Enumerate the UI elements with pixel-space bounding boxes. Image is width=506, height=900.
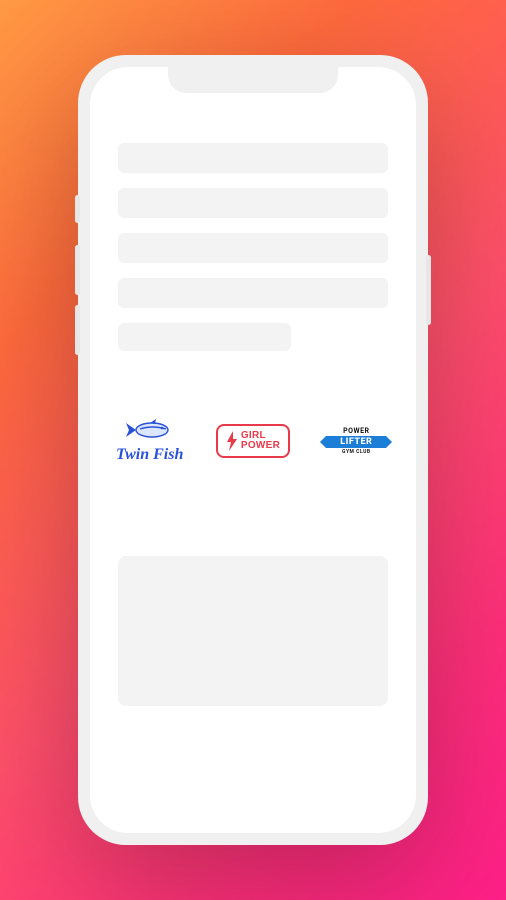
- skeleton-card: [118, 556, 388, 706]
- skeleton-line-short: [118, 323, 291, 351]
- screen: Twin Fish GIRL POWER: [90, 67, 416, 833]
- skeleton-group-2: [90, 506, 416, 833]
- skeleton-line: [118, 188, 388, 218]
- brand-logo-girlpower: GIRL POWER: [208, 411, 298, 471]
- brand-logo-twinfish: Twin Fish: [105, 411, 195, 471]
- brand-logo-powerlifter: POWER LIFTER GYM CLUB: [311, 411, 401, 471]
- skeleton-line: [118, 233, 388, 263]
- brand-label: Twin Fish: [116, 446, 183, 464]
- notch: [168, 67, 338, 93]
- side-button: [75, 245, 80, 295]
- side-button: [426, 255, 431, 325]
- brand-strip: Twin Fish GIRL POWER: [90, 376, 416, 506]
- side-button: [75, 305, 80, 355]
- skeleton-group-1: [90, 115, 416, 366]
- skeleton-line: [118, 278, 388, 308]
- phone-frame: Twin Fish GIRL POWER: [78, 55, 428, 845]
- brand-ribbon: LIFTER: [326, 436, 386, 448]
- brand-label-top: POWER: [326, 427, 386, 435]
- side-button: [75, 195, 80, 223]
- bolt-icon: [226, 431, 238, 451]
- brand-label-sub: GYM CLUB: [326, 449, 386, 455]
- skeleton-line: [118, 143, 388, 173]
- brand-label: GIRL POWER: [241, 431, 280, 451]
- fish-icon: [122, 418, 178, 442]
